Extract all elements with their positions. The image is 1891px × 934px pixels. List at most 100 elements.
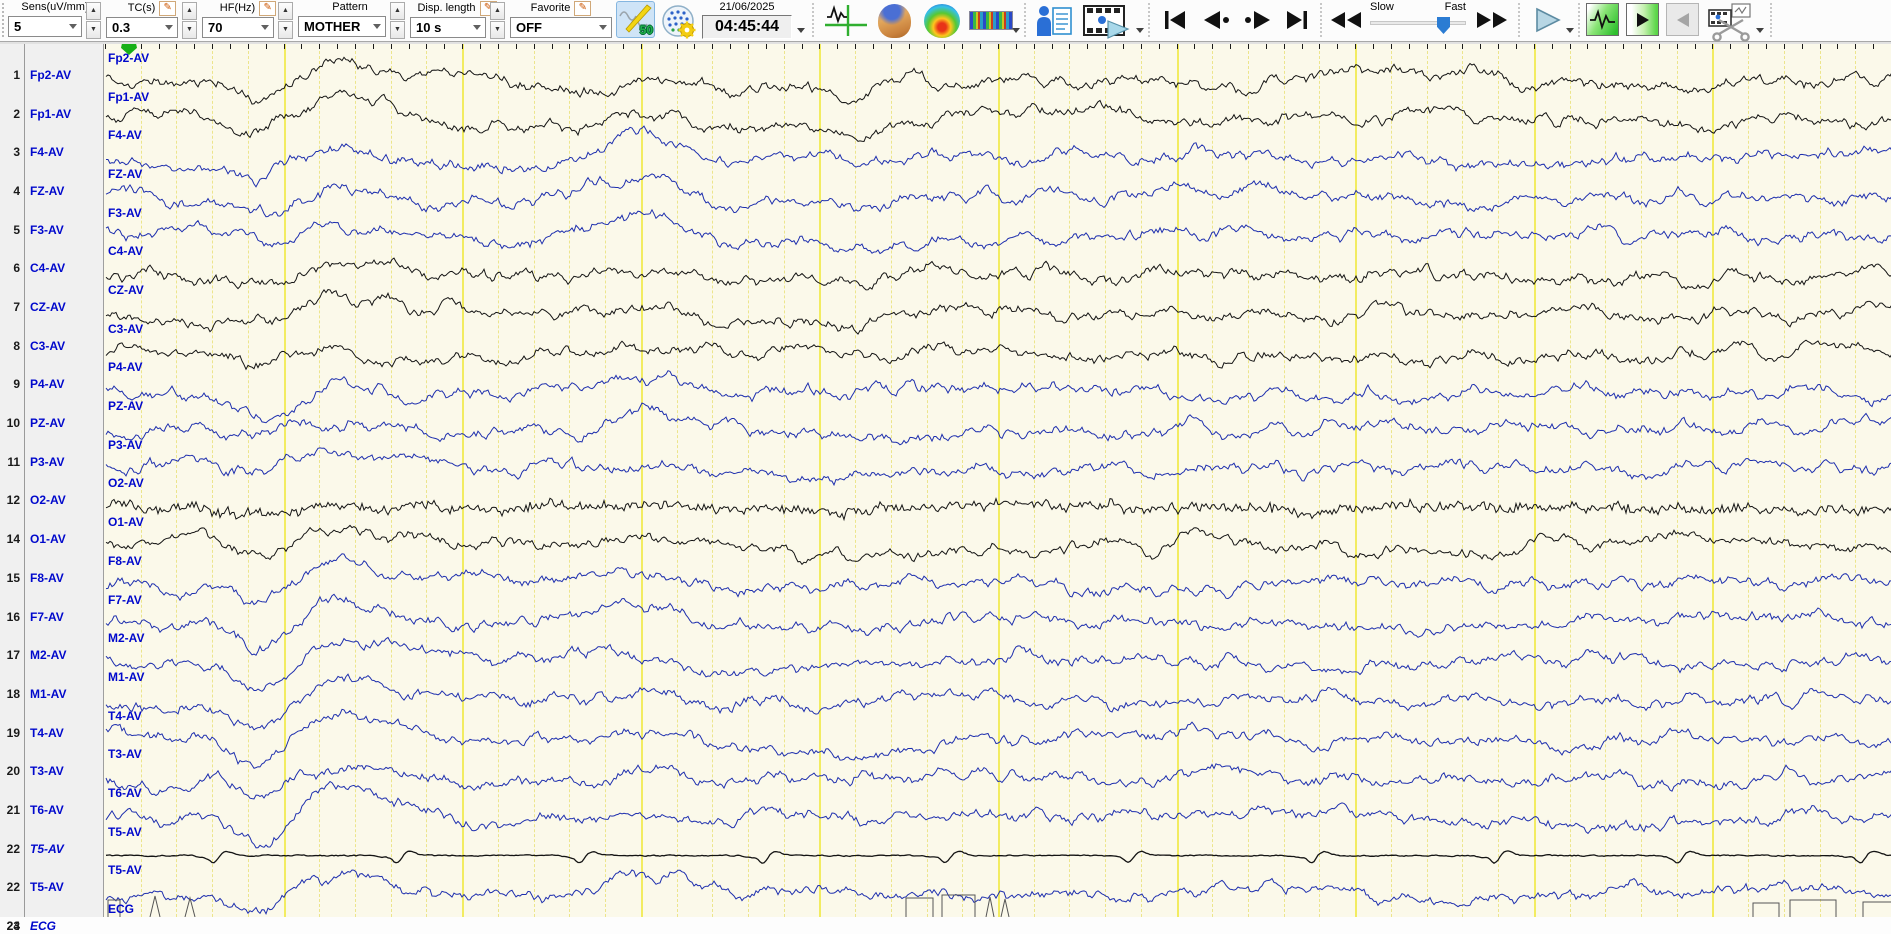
channel-row-T3-AV[interactable]: 20 T3-AV	[0, 763, 103, 779]
ruler-tick	[890, 43, 892, 49]
play-dropdown-icon[interactable]	[1566, 28, 1574, 33]
datetime-dropdown-icon[interactable]	[797, 28, 805, 33]
channel-row-T6-AV[interactable]: 21 T6-AV	[0, 802, 103, 818]
hf-value: 70	[208, 20, 223, 35]
eeg-plot-area[interactable]: Fp2-AV Fp1-AV F4-AV FZ-AV F3-AV C4-AV CZ-AV C3-…	[103, 41, 1891, 917]
edit-pencil-icon[interactable]: ✎	[574, 0, 592, 16]
electrode-map-settings-button[interactable]	[658, 2, 700, 39]
play-segment-button[interactable]	[1626, 3, 1659, 36]
skip-to-start-button[interactable]	[1158, 2, 1192, 38]
chevron-down-icon	[165, 25, 173, 30]
step-back-button[interactable]	[1196, 2, 1236, 38]
trace-label-PZ-AV: PZ-AV	[108, 399, 144, 414]
trace-label-T5-AV: T5-AV	[108, 824, 142, 839]
head-3d-map-button[interactable]	[872, 2, 916, 39]
ruler-tick	[497, 43, 499, 49]
ruler-tick	[1765, 43, 1767, 49]
fast-forward-button[interactable]	[1472, 2, 1512, 38]
channel-row-O1-AV[interactable]: 14 O1-AV	[0, 531, 103, 547]
trace-label-F7-AV: F7-AV	[108, 592, 142, 607]
ruler-tick	[1873, 43, 1875, 49]
trace-label-FZ-AV: FZ-AV	[108, 167, 143, 182]
channel-row-PZ-AV[interactable]: 10 PZ-AV	[0, 415, 103, 431]
trace-label-CZ-AV: CZ-AV	[108, 283, 144, 298]
ruler-tick	[872, 43, 874, 49]
video-cut-dropdown-icon[interactable]	[1756, 28, 1764, 33]
hf-spin-down-icon[interactable]: ▼	[278, 21, 293, 39]
channel-row-F4-AV[interactable]: 3 F4-AV	[0, 144, 103, 160]
favorite-combo[interactable]: OFF	[510, 17, 612, 38]
speed-slider-track[interactable]	[1370, 17, 1466, 34]
tc-spin-down-icon[interactable]: ▼	[182, 21, 197, 39]
channel-row-Fp2-AV[interactable]: 1 Fp2-AV	[0, 67, 103, 83]
current-time-display[interactable]: 04:45:44	[702, 15, 792, 39]
video-playback-button[interactable]	[1078, 2, 1134, 39]
channel-row-Fp1-AV[interactable]: 2 Fp1-AV	[0, 106, 103, 122]
dsa-trend-button[interactable]	[968, 2, 1014, 39]
play-icon	[1536, 7, 1561, 33]
waveform-cursor-button[interactable]	[822, 2, 870, 38]
channel-row-F7-AV[interactable]: 16 F7-AV	[0, 609, 103, 625]
trace-label-F8-AV: F8-AV	[108, 553, 142, 568]
channel-row-P4-AV[interactable]: 9 P4-AV	[0, 376, 103, 392]
notch-filter-button[interactable]: 50	[616, 1, 655, 38]
sens-spin-up-icon[interactable]: ▲	[86, 2, 101, 20]
topo-map-button[interactable]	[918, 2, 966, 39]
channel-row-FZ-AV[interactable]: 4 FZ-AV	[0, 183, 103, 199]
analysis-dropdown-icon[interactable]	[1012, 28, 1020, 33]
edit-pencil-icon[interactable]: ✎	[259, 0, 277, 16]
disp-length-combo[interactable]: 10 s	[410, 17, 486, 38]
ruler-tick	[1176, 43, 1178, 49]
edit-pencil-icon[interactable]: ✎	[159, 0, 177, 16]
ruler-tick	[1194, 43, 1196, 49]
video-icon	[1083, 4, 1130, 39]
channel-row-T5-AV[interactable]: 22 T5-AV	[0, 879, 103, 895]
ruler-tick	[1015, 43, 1017, 49]
skip-to-end-icon	[1287, 11, 1307, 29]
sens-spin-down-icon[interactable]: ▼	[86, 21, 101, 39]
tc-combo[interactable]: 0.3	[106, 17, 178, 38]
channel-row-T4-AV[interactable]: 19 T4-AV	[0, 725, 103, 741]
disp-length-spin-up-icon[interactable]: ▲	[490, 2, 505, 20]
fast-forward-icon	[1477, 12, 1507, 28]
tc-spin-up-icon[interactable]: ▲	[182, 2, 197, 20]
pattern-spin-up-icon[interactable]: ▲	[390, 2, 405, 20]
ruler-tick	[801, 43, 803, 49]
channel-row-F8-AV[interactable]: 15 F8-AV	[0, 570, 103, 586]
channel-row-C4-AV[interactable]: 6 C4-AV	[0, 260, 103, 276]
speed-slider-thumb[interactable]	[1437, 17, 1450, 34]
trend-overview-button[interactable]	[1586, 3, 1619, 36]
toolbar-gripper[interactable]	[2, 3, 7, 37]
channel-row-C3-AV[interactable]: 8 C3-AV	[0, 338, 103, 354]
channel-row-O2-AV[interactable]: 12 O2-AV	[0, 492, 103, 508]
video-dropdown-icon[interactable]	[1136, 28, 1144, 33]
play-button[interactable]	[1528, 2, 1566, 38]
ruler-tick	[676, 43, 678, 49]
ruler-tick	[1569, 43, 1571, 49]
channel-name: CZ-AV	[30, 300, 66, 315]
video-cut-button[interactable]	[1704, 2, 1756, 42]
grid-subsecond-line	[1605, 41, 1607, 917]
pattern-value: MOTHER	[304, 19, 361, 34]
disp-length-value: 10 s	[416, 20, 442, 35]
channel-row-F3-AV[interactable]: 5 F3-AV	[0, 222, 103, 238]
trace-label-T6-AV: T6-AV	[108, 785, 142, 800]
disp-length-spin-down-icon[interactable]: ▼	[490, 21, 505, 39]
channel-row-P3-AV[interactable]: 11 P3-AV	[0, 454, 103, 470]
sens-combo[interactable]: 5	[8, 16, 82, 37]
hf-combo[interactable]: 70	[202, 17, 274, 38]
patient-info-button[interactable]	[1032, 2, 1076, 39]
skip-to-end-button[interactable]	[1280, 2, 1314, 38]
channel-row-M2-AV[interactable]: 17 M2-AV	[0, 647, 103, 663]
speed-slider-group: Slow Fast	[1370, 1, 1466, 34]
hf-spin-up-icon[interactable]: ▲	[278, 2, 293, 20]
rewind-button[interactable]	[1326, 2, 1366, 38]
channel-name: T4-AV	[30, 725, 64, 740]
channel-row-M1-AV[interactable]: 18 M1-AV	[0, 686, 103, 702]
pattern-combo[interactable]: MOTHER	[298, 16, 386, 37]
channel-row-T5-AV[interactable]: 22 T5-AV	[0, 841, 103, 857]
channel-row-CZ-AV[interactable]: 7 CZ-AV	[0, 299, 103, 315]
ruler-tick	[605, 43, 607, 49]
step-forward-button[interactable]	[1238, 2, 1278, 38]
pattern-spin-down-icon[interactable]: ▼	[390, 21, 405, 39]
